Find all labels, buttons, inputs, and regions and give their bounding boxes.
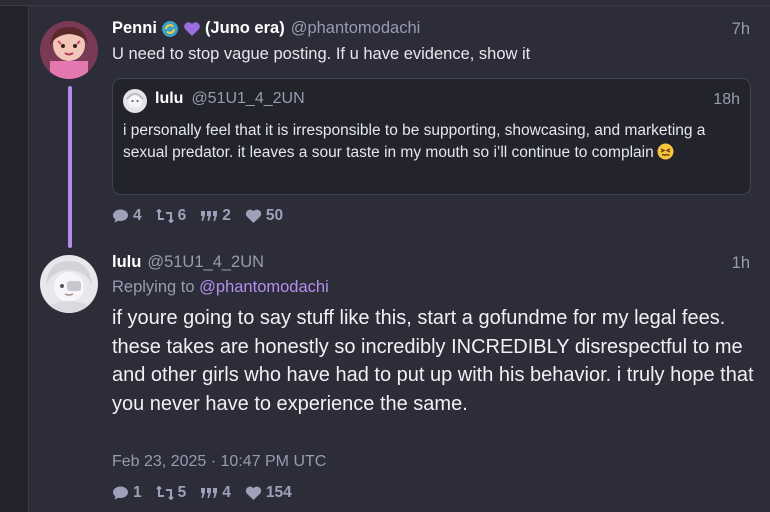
- post-stats: 4 6 2 50: [112, 207, 283, 225]
- comment-icon: [113, 486, 128, 500]
- reply-paragraph: these takes are honestly so incredibly I…: [112, 335, 754, 415]
- reply-stat[interactable]: 1: [112, 484, 142, 502]
- handle[interactable]: @51U1_4_2UN: [191, 90, 304, 108]
- like-stat[interactable]: 50: [245, 207, 283, 225]
- repost-icon: [155, 209, 174, 223]
- quote-icon: [201, 488, 218, 498]
- reply-stats: 1 5 4 154: [112, 484, 292, 502]
- repost-stat[interactable]: 5: [155, 484, 187, 502]
- like-count: 154: [265, 484, 292, 501]
- avatar[interactable]: [40, 21, 98, 79]
- mention-link[interactable]: @phantomodachi: [199, 278, 329, 296]
- quote-text-content: i personally feel that it is irresponsib…: [123, 122, 706, 161]
- like-stat[interactable]: 154: [245, 484, 292, 502]
- timestamp[interactable]: 7h: [732, 20, 750, 39]
- heart-icon: [245, 486, 261, 500]
- post-date[interactable]: Feb 23, 2025 · 10:47 PM UTC: [112, 453, 326, 471]
- reply-text: if youre going to say stuff like this, s…: [112, 304, 757, 418]
- quote-header: lulu @51U1_4_2UN: [155, 90, 305, 108]
- thread-connector-line: [68, 86, 72, 248]
- timestamp[interactable]: 18h: [713, 91, 740, 109]
- reply-header: lulu @51U1_4_2UN: [112, 253, 264, 272]
- like-count: 50: [265, 207, 284, 224]
- quote-text: i personally feel that it is irresponsib…: [123, 120, 743, 164]
- display-name[interactable]: lulu: [112, 253, 141, 272]
- repost-count: 6: [177, 207, 187, 224]
- quote-count: 2: [222, 207, 231, 224]
- purple-heart-emoji: [183, 21, 201, 37]
- reply-paragraph: if youre going to say stuff like this, s…: [112, 307, 726, 329]
- post-text: U need to stop vague posting. If u have …: [112, 45, 531, 63]
- replying-to: Replying to @phantomodachi: [112, 278, 329, 297]
- avatar[interactable]: [123, 89, 147, 113]
- confounded-face-emoji: [657, 143, 674, 160]
- recycle-heart-emoji: [161, 20, 179, 38]
- quote-stat[interactable]: 4: [200, 484, 231, 502]
- display-name[interactable]: Penni: [112, 19, 157, 38]
- timestamp[interactable]: 1h: [732, 254, 750, 273]
- reply-stat[interactable]: 4: [112, 207, 142, 225]
- quote-icon: [201, 211, 218, 221]
- handle[interactable]: @phantomodachi: [291, 19, 421, 38]
- reply-count: 4: [133, 207, 142, 224]
- reply-count: 1: [133, 484, 142, 501]
- comment-icon: [113, 209, 128, 223]
- avatar[interactable]: [40, 255, 98, 313]
- replying-label: Replying to: [112, 278, 195, 296]
- repost-icon: [155, 486, 174, 500]
- handle[interactable]: @51U1_4_2UN: [147, 253, 264, 272]
- heart-icon: [245, 209, 261, 223]
- quoted-post[interactable]: lulu @51U1_4_2UN 18h i personally feel t…: [112, 78, 751, 195]
- quote-count: 4: [222, 484, 231, 501]
- repost-stat[interactable]: 6: [155, 207, 187, 225]
- quote-stat[interactable]: 2: [200, 207, 231, 225]
- display-name[interactable]: lulu: [155, 90, 183, 108]
- repost-count: 5: [177, 484, 187, 501]
- display-name-suffix[interactable]: (Juno era): [205, 19, 285, 38]
- post-header: Penni (Juno era) @phantomodachi: [112, 19, 420, 38]
